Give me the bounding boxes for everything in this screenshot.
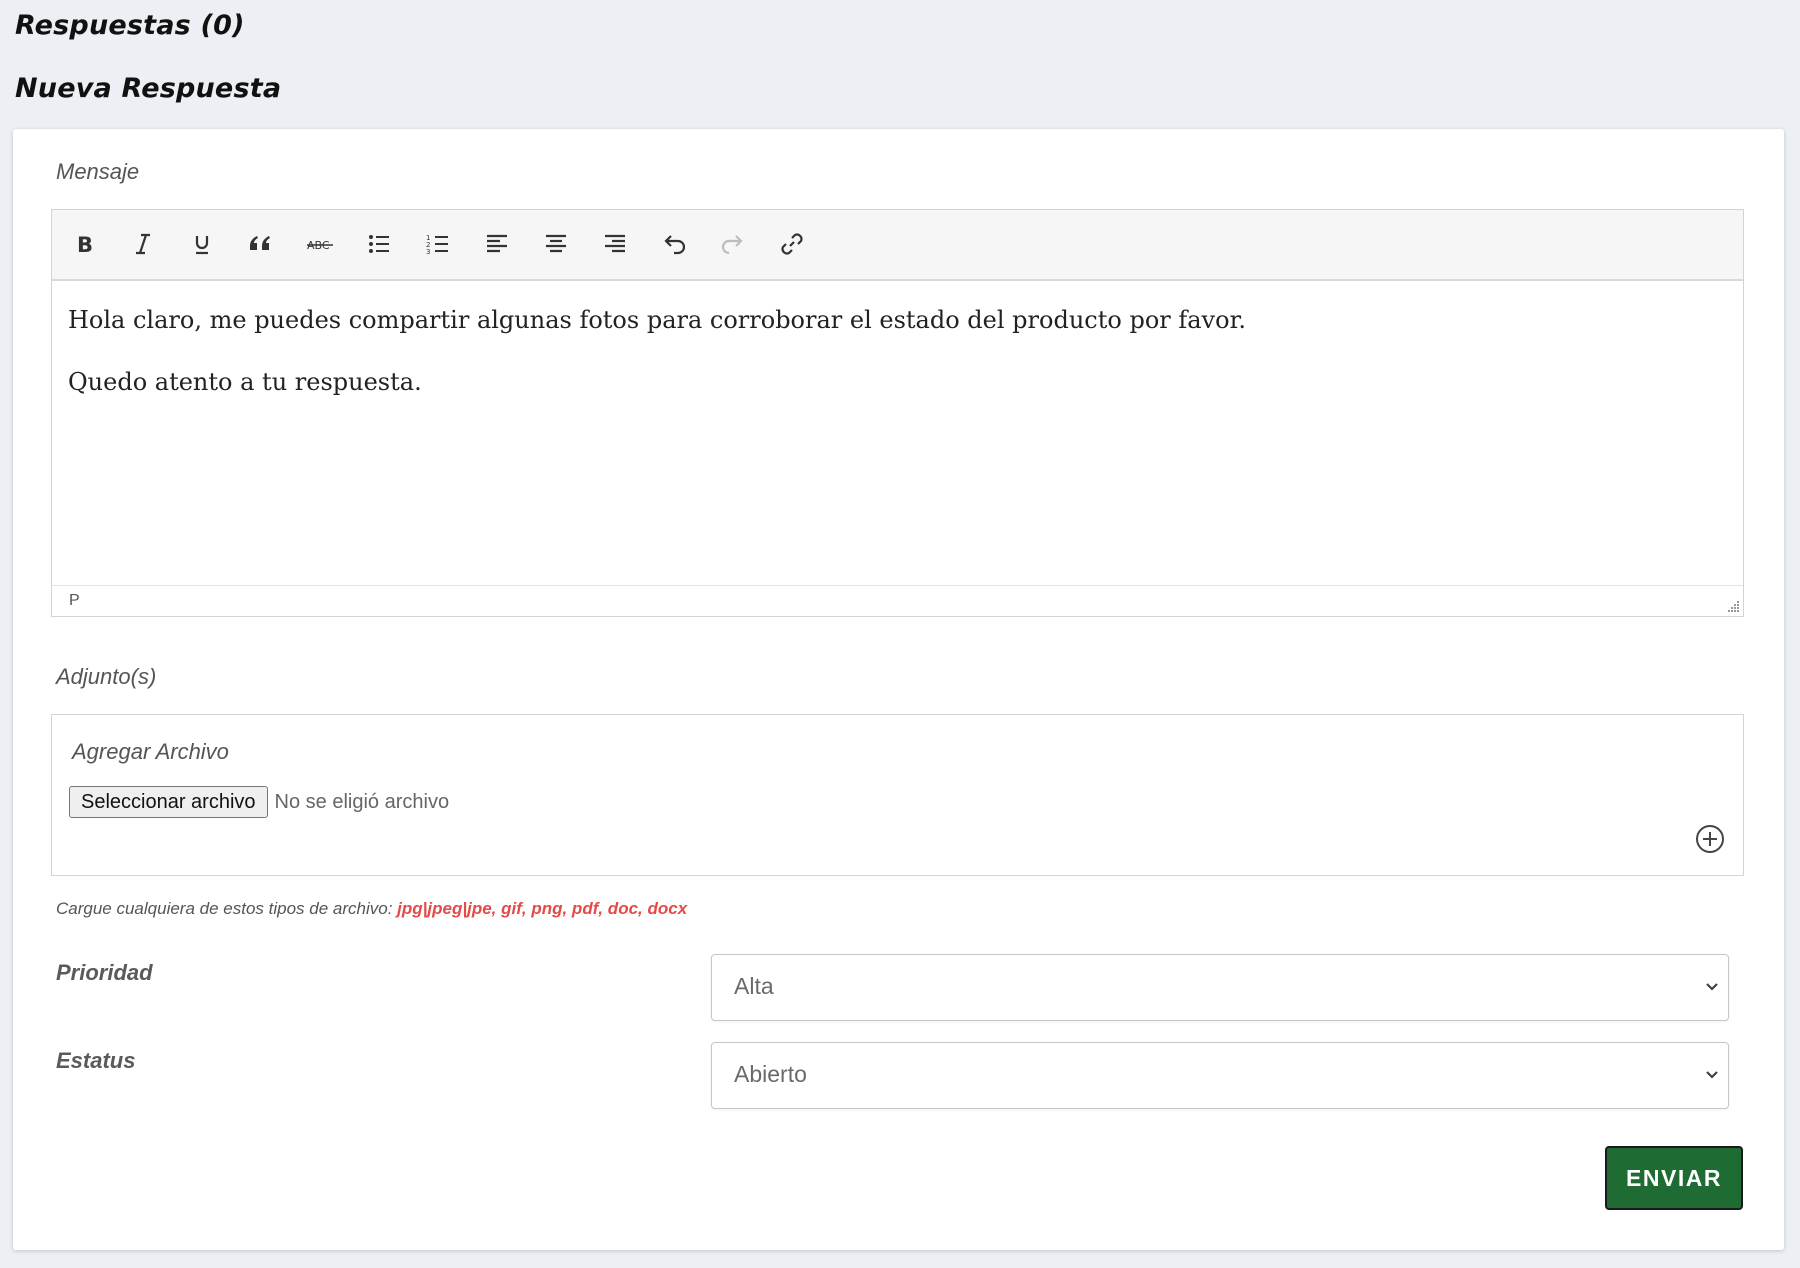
priority-select[interactable]: Alta bbox=[711, 954, 1729, 1021]
numbered-list-icon: 1 2 3 bbox=[426, 234, 448, 256]
chevron-down-icon bbox=[1706, 983, 1718, 991]
undo-button[interactable] bbox=[654, 224, 694, 264]
editor-statusbar: P bbox=[52, 585, 1743, 616]
italic-icon bbox=[136, 233, 150, 255]
quote-icon bbox=[250, 236, 270, 250]
editor-paragraph: Hola claro, me puedes compartir algunas … bbox=[68, 306, 1247, 334]
bullet-list-button[interactable] bbox=[359, 224, 399, 264]
editor-paragraph: Quedo atento a tu respuesta. bbox=[68, 368, 422, 396]
undo-icon bbox=[664, 235, 686, 255]
align-center-icon bbox=[546, 234, 566, 253]
italic-button[interactable] bbox=[123, 224, 163, 264]
align-left-icon bbox=[487, 234, 507, 253]
align-right-icon bbox=[605, 234, 625, 253]
blockquote-button[interactable] bbox=[241, 224, 281, 264]
strikethrough-button[interactable]: ABC bbox=[300, 224, 340, 264]
underline-icon bbox=[195, 236, 209, 255]
status-selected-value: Abierto bbox=[734, 1061, 807, 1087]
allowed-file-types: jpg|jpeg|jpe, gif, png, pdf, doc, docx bbox=[397, 899, 688, 918]
status-select[interactable]: Abierto bbox=[711, 1042, 1729, 1109]
svg-text:3: 3 bbox=[426, 248, 430, 256]
strikethrough-icon: ABC bbox=[307, 239, 333, 252]
add-file-title: Agregar Archivo bbox=[72, 739, 229, 764]
element-path[interactable]: P bbox=[69, 592, 80, 610]
editor-content-area[interactable]: Hola claro, me puedes compartir algunas … bbox=[52, 281, 1743, 584]
send-button[interactable]: ENVIAR bbox=[1605, 1146, 1743, 1210]
choose-file-button[interactable]: Seleccionar archivo bbox=[69, 786, 268, 818]
underline-button[interactable] bbox=[182, 224, 222, 264]
attachments-box: Agregar Archivo Seleccionar archivo No s… bbox=[51, 714, 1744, 876]
chevron-down-icon bbox=[1706, 1071, 1718, 1079]
file-status-text: No se eligió archivo bbox=[274, 790, 450, 813]
bold-icon: B bbox=[77, 233, 93, 256]
rich-text-editor: B ABC 1 2 3 Hola claro, me puedes compar… bbox=[51, 209, 1744, 617]
add-attachment-icon[interactable] bbox=[1694, 823, 1726, 855]
bullet-list-icon bbox=[369, 235, 389, 253]
new-response-title: Nueva Respuesta bbox=[15, 73, 282, 104]
align-left-button[interactable] bbox=[477, 224, 517, 264]
resize-handle-icon[interactable] bbox=[1726, 599, 1740, 613]
status-label: Estatus bbox=[56, 1048, 136, 1073]
file-types-help: Cargue cualquiera de estos tipos de arch… bbox=[56, 899, 687, 919]
redo-icon bbox=[721, 235, 743, 255]
svg-text:B: B bbox=[77, 233, 93, 256]
link-button[interactable] bbox=[772, 224, 812, 264]
numbered-list-button[interactable]: 1 2 3 bbox=[418, 224, 458, 264]
file-input: Seleccionar archivo No se eligió archivo bbox=[69, 786, 449, 818]
align-right-button[interactable] bbox=[595, 224, 635, 264]
message-label: Mensaje bbox=[56, 159, 140, 184]
editor-toolbar: B ABC 1 2 3 bbox=[52, 210, 1743, 281]
align-center-button[interactable] bbox=[536, 224, 576, 264]
priority-selected-value: Alta bbox=[734, 973, 774, 999]
reply-form-card: Mensaje B ABC 1 2 3 Hola claro, me puede… bbox=[13, 129, 1784, 1250]
bold-button[interactable]: B bbox=[64, 224, 104, 264]
attachments-label: Adjunto(s) bbox=[56, 664, 157, 689]
redo-button[interactable] bbox=[713, 224, 753, 264]
file-types-help-prefix: Cargue cualquiera de estos tipos de arch… bbox=[56, 899, 398, 918]
link-icon bbox=[781, 233, 803, 255]
priority-label: Prioridad bbox=[56, 960, 153, 985]
responses-title: Respuestas (0) bbox=[15, 10, 245, 41]
